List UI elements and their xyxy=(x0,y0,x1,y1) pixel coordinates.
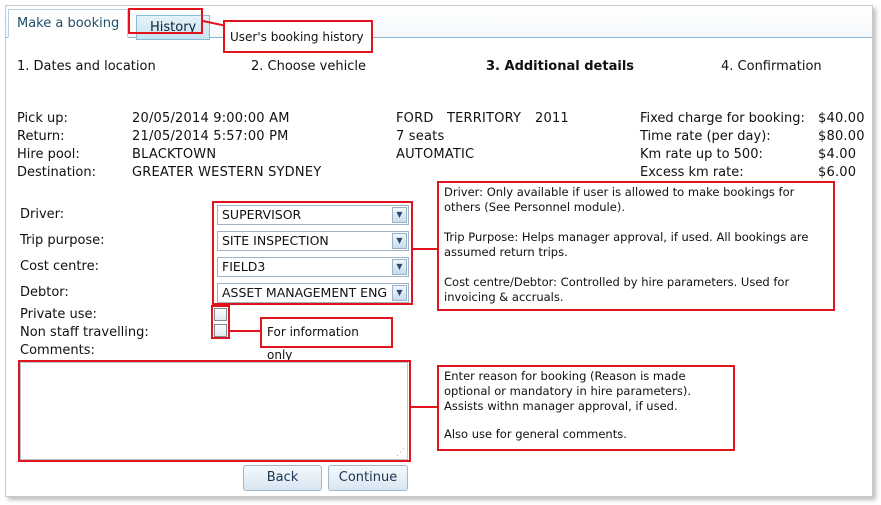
selects-annotation-leader xyxy=(413,248,438,250)
step-2: 2. Choose vehicle xyxy=(251,59,366,74)
continue-button[interactable]: Continue xyxy=(328,465,408,491)
vehicle-make: FORD xyxy=(396,111,434,126)
pickup-value: 20/05/2014 9:00:00 AM xyxy=(132,111,290,126)
comments-callout-general: Also use for general comments. xyxy=(444,427,627,441)
selects-callout-driver: Driver: Only available if user is allowe… xyxy=(444,185,795,214)
return-value: 21/05/2014 5:57:00 PM xyxy=(132,129,289,144)
rate-km-label: Km rate up to 500: xyxy=(640,147,763,162)
tab-make-a-booking[interactable]: Make a booking xyxy=(8,9,129,38)
destination-value: GREATER WESTERN SYDNEY xyxy=(132,165,322,180)
checkbox-annotation-leader xyxy=(230,330,261,332)
pickup-label: Pick up: xyxy=(17,111,68,126)
history-annotation-frame xyxy=(128,8,203,34)
rate-time-value: $80.00 xyxy=(818,129,865,144)
cost-centre-label: Cost centre: xyxy=(20,259,99,274)
vehicle-seats: 7 seats xyxy=(396,129,445,144)
comments-annotation-frame xyxy=(18,360,411,462)
step-1: 1. Dates and location xyxy=(17,59,156,74)
hire-pool-value: BLACKTOWN xyxy=(132,147,217,162)
step-4: 4. Confirmation xyxy=(721,59,822,74)
info-only-callout: For information only xyxy=(260,317,393,362)
rate-excess-label: Excess km rate: xyxy=(640,165,744,180)
comments-annotation-leader xyxy=(411,406,438,408)
back-button[interactable]: Back xyxy=(243,465,322,491)
rate-excess-value: $6.00 xyxy=(818,165,857,180)
step-3-current: 3. Additional details xyxy=(486,59,635,74)
vehicle-transmission: AUTOMATIC xyxy=(396,147,475,162)
vehicle-year: 2011 xyxy=(535,111,569,126)
selects-annotation-frame xyxy=(212,201,413,305)
comments-callout: Enter reason for booking (Reason is made… xyxy=(437,365,735,451)
driver-label: Driver: xyxy=(20,207,65,222)
trip-purpose-label: Trip purpose: xyxy=(20,233,105,248)
private-use-label: Private use: xyxy=(20,307,97,322)
hire-pool-label: Hire pool: xyxy=(17,147,80,162)
comments-label: Comments: xyxy=(20,343,95,358)
checkbox-annotation-frame xyxy=(211,305,230,339)
vehicle-model: TERRITORY xyxy=(447,111,522,126)
selects-callout: Driver: Only available if user is allowe… xyxy=(437,181,835,311)
rate-time-label: Time rate (per day): xyxy=(640,129,771,144)
history-callout: User's booking history xyxy=(223,20,373,53)
rate-fixed-value: $40.00 xyxy=(818,111,865,126)
rate-fixed-label: Fixed charge for booking: xyxy=(640,111,805,126)
selects-callout-cost: Cost centre/Debtor: Controlled by hire p… xyxy=(444,275,790,304)
return-label: Return: xyxy=(17,129,65,144)
destination-label: Destination: xyxy=(17,165,96,180)
rate-km-value: $4.00 xyxy=(818,147,857,162)
debtor-label: Debtor: xyxy=(20,285,69,300)
comments-callout-reason: Enter reason for booking (Reason is made… xyxy=(444,369,691,413)
selects-callout-trip: Trip Purpose: Helps manager approval, if… xyxy=(444,230,809,259)
non-staff-travelling-label: Non staff travelling: xyxy=(20,325,149,340)
